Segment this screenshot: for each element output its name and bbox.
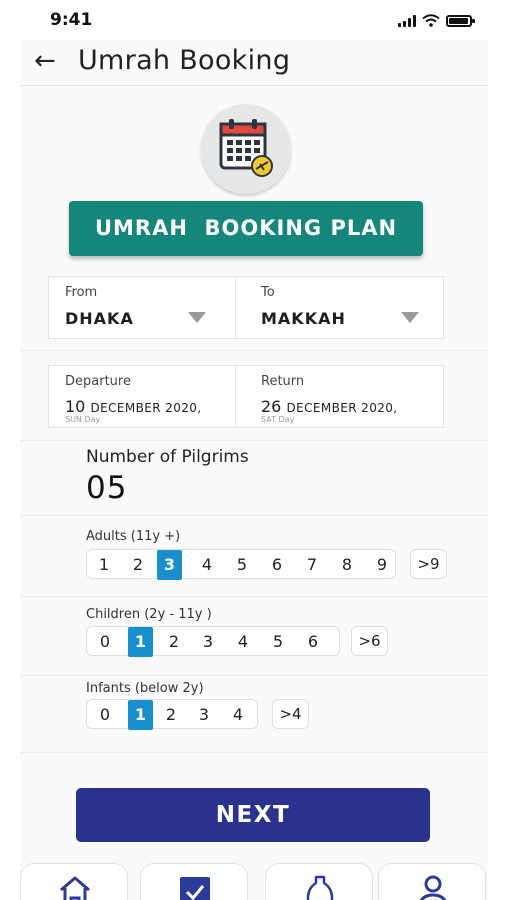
divider: [20, 350, 488, 351]
user-icon: [419, 875, 447, 900]
return-field[interactable]: Return 26 DECEMBER 2020, SAT Day: [236, 366, 445, 427]
children-label: Children (2y - 11y ): [86, 607, 212, 622]
children-option[interactable]: 4: [231, 627, 255, 657]
return-label: Return: [261, 374, 305, 389]
from-value: DHAKA: [65, 309, 134, 328]
nav-tab-essentials[interactable]: [265, 863, 373, 900]
divider: [20, 440, 488, 441]
adults-option[interactable]: 2: [126, 550, 150, 580]
children-more-button[interactable]: >6: [351, 626, 388, 656]
infants-more-button[interactable]: >4: [272, 699, 309, 729]
infants-stepper: 0 1 2 3 4: [86, 699, 258, 730]
nav-tab-profile[interactable]: [378, 863, 486, 900]
plan-banner: UMRAH BOOKING PLAN: [69, 201, 423, 256]
departure-field[interactable]: Departure 10 DECEMBER 2020, SUN Day: [49, 366, 235, 427]
booking-screen: ← Umrah Booking UMRAH BOOKING PLAN From …: [20, 40, 488, 900]
infants-option-selected[interactable]: 1: [128, 700, 153, 730]
next-button[interactable]: NEXT: [76, 788, 430, 842]
departure-month-year: DECEMBER 2020,: [90, 401, 202, 415]
departure-label: Departure: [65, 374, 131, 389]
divider: [20, 752, 488, 753]
departure-date: 10 DECEMBER 2020,: [65, 397, 202, 416]
infants-option[interactable]: 2: [159, 700, 183, 730]
chevron-down-icon[interactable]: [401, 312, 419, 323]
to-field[interactable]: To MAKKAH: [236, 277, 445, 338]
infants-option[interactable]: 4: [226, 700, 250, 730]
checkbox-icon: [180, 877, 210, 900]
status-icons: [398, 14, 475, 27]
pilgrims-label: Number of Pilgrims: [86, 447, 249, 467]
to-label: To: [261, 285, 275, 300]
adults-option[interactable]: 6: [265, 550, 289, 580]
status-time: 9:41: [50, 10, 93, 30]
divider: [20, 675, 488, 676]
route-selector: From DHAKA To MAKKAH: [48, 276, 444, 339]
children-option[interactable]: 5: [266, 627, 290, 657]
adults-more-button[interactable]: >9: [410, 549, 447, 579]
arrow-left-icon[interactable]: ←: [34, 46, 56, 76]
adults-option[interactable]: 5: [230, 550, 254, 580]
adults-option[interactable]: 4: [195, 550, 219, 580]
children-option[interactable]: 2: [162, 627, 186, 657]
children-option[interactable]: 6: [301, 627, 325, 657]
children-option-selected[interactable]: 1: [128, 627, 153, 657]
battery-icon: [446, 14, 475, 27]
adults-option-selected[interactable]: 3: [157, 550, 182, 580]
infants-option[interactable]: 3: [192, 700, 216, 730]
nav-tab-home[interactable]: [20, 863, 128, 900]
infants-option[interactable]: 0: [93, 700, 117, 730]
divider: [20, 515, 488, 516]
adults-stepper: 1 2 3 4 5 6 7 8 9: [86, 549, 396, 580]
nav-tab-bookings[interactable]: [140, 863, 248, 900]
children-option[interactable]: 0: [93, 627, 117, 657]
wifi-icon: [422, 14, 440, 27]
from-label: From: [65, 285, 98, 300]
infants-label: Infants (below 2y): [86, 681, 204, 696]
app-header: ← Umrah Booking: [20, 40, 488, 86]
children-option[interactable]: 3: [196, 627, 220, 657]
pilgrims-count: 05: [86, 470, 128, 506]
adults-option[interactable]: 1: [92, 550, 116, 580]
page-title: Umrah Booking: [78, 45, 291, 76]
children-stepper: 0 1 2 3 4 5 6: [86, 626, 340, 657]
home-icon: [60, 876, 90, 900]
return-month-year: DECEMBER 2020,: [286, 401, 398, 415]
adults-option[interactable]: 7: [300, 550, 324, 580]
date-selector: Departure 10 DECEMBER 2020, SUN Day Retu…: [48, 365, 444, 428]
return-day: 26: [261, 397, 282, 416]
departure-weekday: SUN Day: [65, 415, 101, 424]
from-field[interactable]: From DHAKA: [49, 277, 235, 338]
to-value: MAKKAH: [261, 309, 346, 328]
return-weekday: SAT Day: [261, 415, 295, 424]
adults-label: Adults (11y +): [86, 529, 181, 544]
adults-option[interactable]: 9: [370, 550, 394, 580]
calendar-plane-icon: [201, 104, 291, 194]
adults-option[interactable]: 8: [335, 550, 359, 580]
return-date: 26 DECEMBER 2020,: [261, 397, 398, 416]
bottle-icon: [306, 875, 334, 900]
status-bar: 9:41: [0, 0, 506, 44]
signal-icon: [398, 14, 416, 27]
divider: [20, 596, 488, 597]
departure-day: 10: [65, 397, 86, 416]
chevron-down-icon[interactable]: [188, 312, 206, 323]
